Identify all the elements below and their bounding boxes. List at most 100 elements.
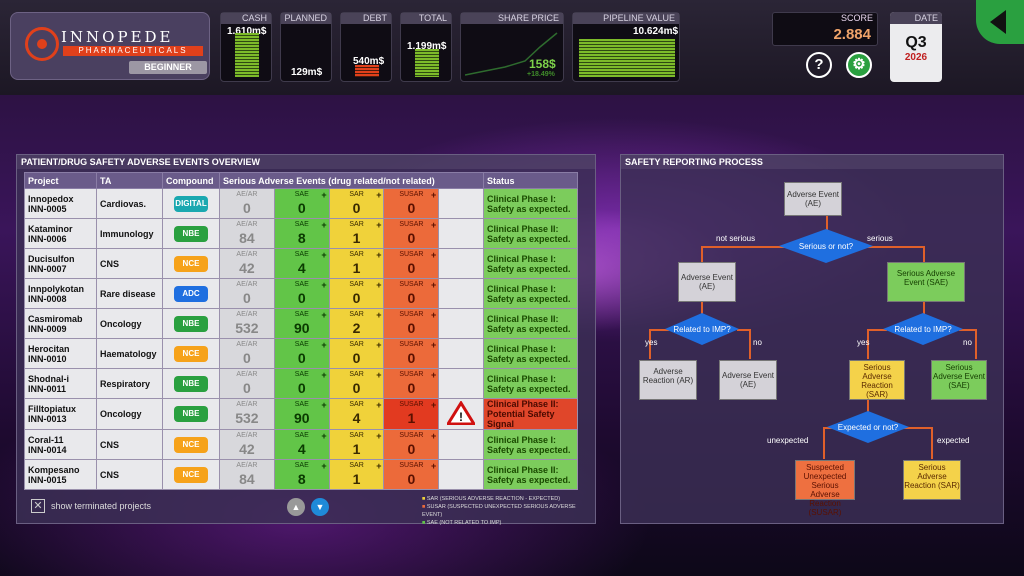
scroll-down-button[interactable]: ▼ (311, 498, 329, 516)
warning-cell (438, 218, 484, 249)
kpi-cash-label: CASH (221, 13, 271, 24)
status-cell: Clinical Phase I: Safety as expected. (483, 248, 578, 279)
therapeutic-area: Oncology (96, 398, 163, 430)
warning-cell (438, 308, 484, 339)
status-cell: Clinical Phase II: Safety as expected. (483, 218, 578, 249)
col-project: Project (24, 172, 97, 189)
ae-cell: AE/AR 42 (219, 248, 275, 279)
kpi-cash[interactable]: CASH 1.610m$ (220, 12, 272, 82)
question-icon: ? (814, 56, 824, 73)
susar-cell: + SUSAR 0 (383, 368, 440, 399)
sar-cell: + SAR 1 (328, 218, 385, 249)
warning-cell (438, 278, 484, 309)
kpi-total[interactable]: TOTAL 1.199m$ (400, 12, 452, 82)
sar-cell: + SAR 0 (328, 368, 385, 399)
table-row[interactable]: Casmiromab INN-0009 Oncology NBE AE/AR 532 + SA… (24, 308, 578, 339)
settings-button[interactable]: ⚙ (846, 52, 872, 78)
compound-cell: NCE (162, 248, 220, 279)
decision-serious: Serious or not? (779, 229, 873, 263)
table-row[interactable]: Kompesano INN-0015 CNS NCE AE/AR 84 + SAE 8 + SAR 1… (24, 459, 578, 490)
legend-sae: ■ SAE (NOT RELATED TO IMP) (422, 520, 502, 526)
therapeutic-area: Cardiovas. (96, 188, 163, 219)
status-cell: Clinical Phase II: Potential Safety Signal (483, 398, 578, 430)
kpi-debt[interactable]: DEBT 540m$ (340, 12, 392, 82)
scroll-up-button[interactable]: ▲ (287, 498, 305, 516)
ae-cell: AE/AR 532 (219, 308, 275, 339)
label-unexpected: unexpected (767, 436, 809, 445)
compound-cell: NCE (162, 459, 220, 490)
status-cell: Clinical Phase I: Safety as expected. (483, 338, 578, 369)
score-box: SCORE 2.884 (772, 12, 878, 46)
date-quarter: Q3 (905, 34, 927, 51)
ae-cell: AE/AR 84 (219, 459, 275, 490)
project-name: Innpolykotan INN-0008 (24, 278, 97, 309)
compound-nbe-icon: NBE (174, 406, 208, 422)
compound-adc-icon: ADC (174, 285, 208, 302)
therapeutic-area: Respiratory (96, 368, 163, 399)
compound-nbe-icon: NBE (174, 315, 208, 332)
sae-cell: + SAE 90 (273, 398, 330, 430)
compound-cell: ADC (162, 278, 220, 309)
node-sae-unrelated: Serious Adverse Event (SAE) (931, 360, 987, 400)
help-button[interactable]: ? (806, 52, 832, 78)
warning-cell (438, 429, 484, 460)
legend: ■ SAR (SERIOUS ADVERSE REACTION - EXPECT… (422, 495, 595, 527)
label-not-serious: not serious (716, 234, 756, 243)
node-sar: Serious Adverse Reaction (SAR) (849, 360, 905, 400)
show-terminated-checkbox[interactable]: ✕ (31, 499, 45, 513)
compound-cell: NBE (162, 398, 220, 430)
table-row[interactable]: Kataminor INN-0006 Immunology NBE AE/AR 84 + SA… (24, 218, 578, 249)
ae-cell: AE/AR 0 (219, 278, 275, 309)
kpi-pipeline[interactable]: PIPELINE VALUE 10.624m$ (572, 12, 680, 82)
compound-cell: NCE (162, 338, 220, 369)
top-bar: INNOPEDE PHARMACEUTICALS BEGINNER CASH 1… (0, 0, 1024, 95)
table-row[interactable]: Filltopiatux INN-0013 Oncology NBE AE/AR 532 +… (24, 398, 578, 430)
node-adverse-reaction: Adverse Reaction (AR) (639, 360, 697, 400)
project-name: Kataminor INN-0006 (24, 218, 97, 249)
sar-cell: + SAR 0 (328, 278, 385, 309)
kpi-planned-label: PLANNED (281, 13, 331, 24)
therapeutic-area: Immunology (96, 218, 163, 249)
legend-susar: ■ SUSAR (SUSPECTED UNEXPECTED SERIOUS AD… (422, 504, 576, 518)
back-button[interactable] (976, 0, 1024, 44)
kpi-total-label: TOTAL (401, 13, 451, 24)
sae-cell: + SAE 4 (273, 429, 330, 460)
score-label: SCORE (840, 13, 873, 23)
project-name: Coral-11 INN-0014 (24, 429, 97, 460)
susar-cell: + SUSAR 0 (383, 278, 440, 309)
score-value: 2.884 (833, 26, 871, 43)
sae-cell: + SAE 8 (273, 459, 330, 490)
company-name: INNOPEDE (61, 28, 174, 46)
label-no-left: no (753, 338, 762, 347)
label-serious: serious (867, 234, 893, 243)
warning-cell (438, 188, 484, 219)
compound-nbe-icon: NBE (174, 375, 208, 392)
label-expected: expected (937, 436, 970, 445)
debt-bar (355, 65, 379, 77)
decision-expected: Expected or not? (827, 411, 909, 443)
table-row[interactable]: Innpolykotan INN-0008 Rare disease ADC AE/AR… (24, 278, 578, 309)
table-row[interactable]: Ducisulfon INN-0007 CNS NCE AE/AR 42 + SAE 4 + SAR… (24, 248, 578, 279)
date-label: DATE (890, 12, 942, 24)
logo-icon (25, 27, 59, 61)
sar-cell: + SAR 2 (328, 308, 385, 339)
warning-cell (438, 368, 484, 399)
col-ta: TA (96, 172, 163, 189)
arrow-left-icon (990, 10, 1006, 34)
warning-cell[interactable]: ! (438, 398, 484, 430)
warning-cell (438, 248, 484, 279)
table-row[interactable]: Herocitan INN-0010 Haematology NCE AE/AR 0 + SA… (24, 338, 578, 369)
compound-nce-icon: NCE (174, 255, 208, 272)
status-cell: Clinical Phase I: Safety as expected. (483, 278, 578, 309)
kpi-share-price[interactable]: SHARE PRICE 158$ +18.49% (460, 12, 564, 82)
table-row[interactable]: Coral-11 INN-0014 CNS NCE AE/AR 42 + SAE 4 + SAR 1 +… (24, 429, 578, 460)
ae-cell: AE/AR 532 (219, 398, 275, 430)
table-row[interactable]: Shodnal-i INN-0011 Respiratory NBE AE/AR 0 + SA… (24, 368, 578, 399)
table-row[interactable]: Innopedox INN-0005 Cardiovas. DIGITAL AE/AR 0… (24, 188, 578, 219)
decision-related-left: Related to IMP? (665, 313, 739, 345)
ae-cell: AE/AR 0 (219, 368, 275, 399)
status-cell: Clinical Phase I: Safety as expected. (483, 429, 578, 460)
ae-cell: AE/AR 0 (219, 338, 275, 369)
compound-cell: NCE (162, 429, 220, 460)
kpi-planned[interactable]: PLANNED 129m$ (280, 12, 332, 82)
